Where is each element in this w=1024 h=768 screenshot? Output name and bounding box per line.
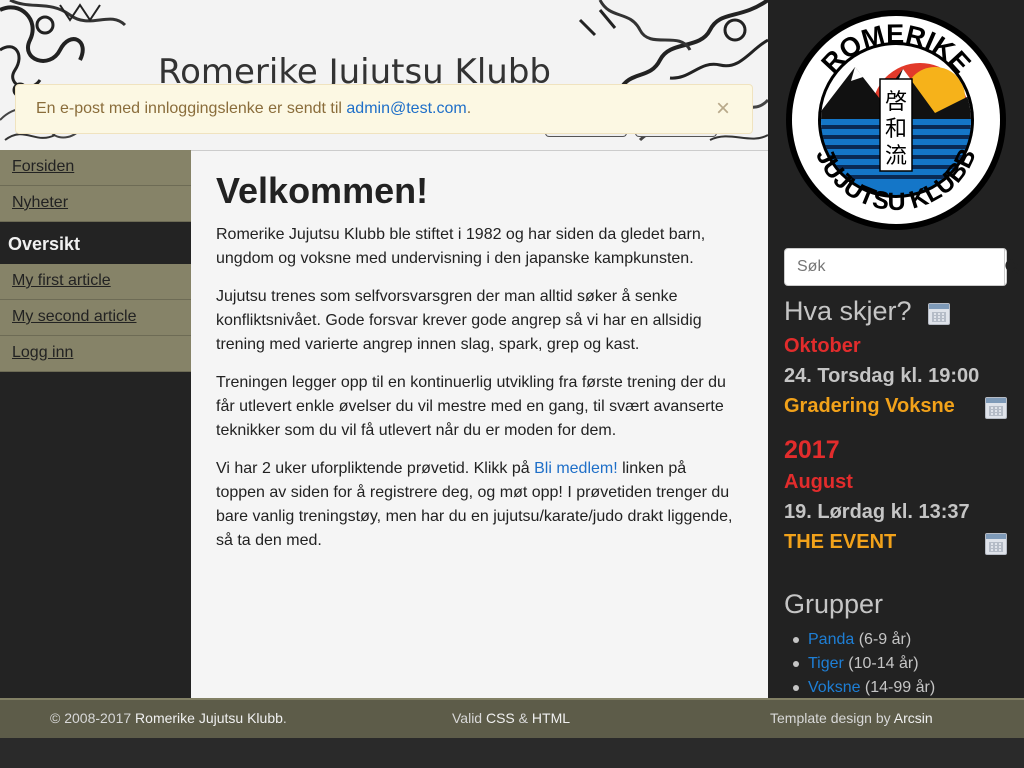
footer-validation: Valid CSS & HTML bbox=[452, 710, 571, 726]
nav-item-second-article[interactable]: My second article bbox=[0, 300, 191, 336]
club-logo[interactable]: 啓 和 流 ROMERIKE JUJUTSU KLUBB bbox=[785, 9, 1007, 231]
right-sidebar: 啓 和 流 ROMERIKE JUJUTSU KLUBB Hva skjer? … bbox=[768, 0, 1024, 698]
paragraph: Romerike Jujutsu Klubb ble stiftet i 198… bbox=[216, 226, 706, 267]
calendar-icon[interactable] bbox=[928, 303, 950, 325]
page-title: Velkommen! bbox=[216, 170, 429, 211]
event-year: 2017 bbox=[784, 436, 840, 464]
group-link-panda[interactable]: Panda bbox=[808, 631, 854, 648]
logo-kanji: 流 bbox=[885, 144, 907, 169]
search-button[interactable] bbox=[1004, 249, 1021, 285]
group-link-voksne[interactable]: Voksne bbox=[808, 679, 860, 696]
groups-list: Panda (6-9 år) Tiger (10-14 år) Voksne (… bbox=[792, 628, 935, 698]
search-box bbox=[784, 248, 1021, 286]
search-input[interactable] bbox=[785, 249, 1004, 285]
event-time: 19. Lørdag kl. 13:37 bbox=[784, 501, 970, 523]
event-link[interactable]: Gradering Voksne bbox=[784, 395, 955, 418]
group-link-tiger[interactable]: Tiger bbox=[808, 655, 844, 672]
event-month: Oktober bbox=[784, 335, 861, 357]
close-icon[interactable]: × bbox=[716, 97, 730, 121]
list-item: Voksne (14-99 år) bbox=[792, 676, 935, 698]
logo-kanji: 啓 bbox=[885, 90, 907, 115]
alert-email-link[interactable]: admin@test.com bbox=[346, 100, 466, 117]
logo-kanji: 和 bbox=[885, 117, 907, 142]
footer: © 2008-2017 Romerike Jujutsu Klubb. Vali… bbox=[0, 698, 1024, 738]
paragraph: Vi har 2 uker uforpliktende prøvetid. Kl… bbox=[216, 460, 733, 549]
nav-item-login[interactable]: Logg inn bbox=[0, 336, 191, 372]
valid-css-link[interactable]: CSS bbox=[486, 710, 515, 726]
footer-club-link[interactable]: Romerike Jujutsu Klubb bbox=[135, 710, 283, 726]
valid-html-link[interactable]: HTML bbox=[532, 710, 570, 726]
nav-item-forsiden[interactable]: Forsiden bbox=[0, 150, 191, 186]
paragraph: Jujutsu trenes som selfvorsvarsgren der … bbox=[216, 288, 702, 353]
nav-section-title: Oversikt bbox=[0, 222, 191, 264]
list-item: Tiger (10-14 år) bbox=[792, 652, 935, 676]
event-time: 24. Torsdag kl. 19:00 bbox=[784, 365, 980, 387]
calendar-icon[interactable] bbox=[985, 397, 1007, 419]
search-icon bbox=[1005, 259, 1021, 275]
event-link[interactable]: THE EVENT bbox=[784, 531, 896, 554]
list-item: Panda (6-9 år) bbox=[792, 628, 935, 652]
login-email-alert: En e-post med innloggingslenke er sendt … bbox=[15, 84, 753, 134]
events-heading: Hva skjer? bbox=[784, 296, 912, 326]
join-link[interactable]: Bli medlem! bbox=[534, 460, 618, 477]
paragraph: Treningen legger opp til en kontinuerlig… bbox=[216, 374, 726, 439]
event-month: August bbox=[784, 471, 853, 493]
footer-design: Template design by Arcsin bbox=[770, 710, 933, 726]
calendar-icon[interactable] bbox=[985, 533, 1007, 555]
groups-heading: Grupper bbox=[784, 589, 884, 619]
nav-item-first-article[interactable]: My first article bbox=[0, 264, 191, 300]
designer-link[interactable]: Arcsin bbox=[894, 710, 933, 726]
nav-item-nyheter[interactable]: Nyheter bbox=[0, 186, 191, 222]
sidebar-nav: Forsiden Nyheter Oversikt My first artic… bbox=[0, 150, 191, 700]
footer-copyright: © 2008-2017 Romerike Jujutsu Klubb. bbox=[50, 710, 287, 726]
main-content: Velkommen! Romerike Jujutsu Klubb ble st… bbox=[191, 150, 768, 698]
alert-text: En e-post med innloggingslenke er sendt … bbox=[36, 100, 472, 117]
page-bottom bbox=[0, 738, 1024, 768]
